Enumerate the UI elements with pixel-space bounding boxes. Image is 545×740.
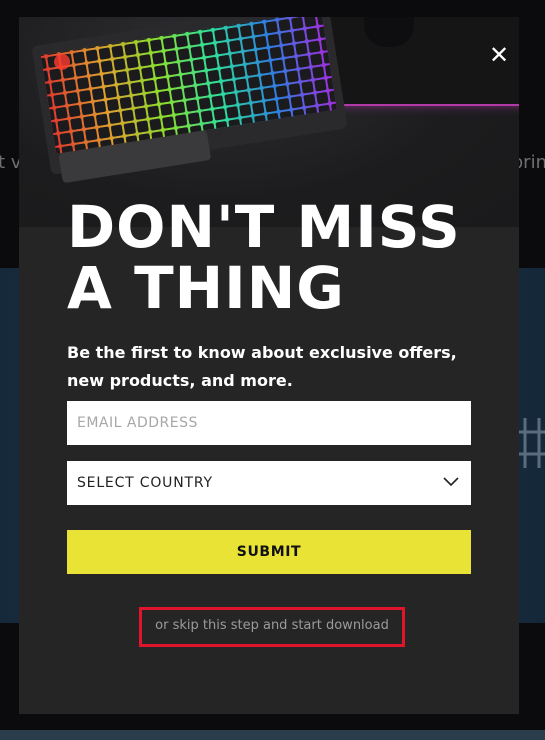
- skip-highlight-box: or skip this step and start download: [139, 607, 405, 647]
- modal-subtext: Be the first to know about exclusive off…: [67, 343, 457, 390]
- newsletter-modal: ✕ DON'T MISS A THING Be the first to kno…: [19, 17, 519, 714]
- skip-download-link[interactable]: or skip this step and start download: [155, 618, 389, 633]
- background-footer-strip: [0, 730, 545, 740]
- modal-headline: DON'T MISS A THING: [67, 193, 461, 322]
- country-select-value: SELECT COUNTRY: [77, 475, 213, 491]
- submit-button[interactable]: SUBMIT: [67, 530, 471, 574]
- country-select[interactable]: SELECT COUNTRY: [67, 461, 471, 505]
- background-grid-icon: [515, 418, 545, 468]
- email-field[interactable]: [67, 401, 471, 445]
- close-icon[interactable]: ✕: [488, 43, 510, 67]
- keyboard-graphic: [32, 17, 348, 183]
- chevron-down-icon: [443, 477, 459, 487]
